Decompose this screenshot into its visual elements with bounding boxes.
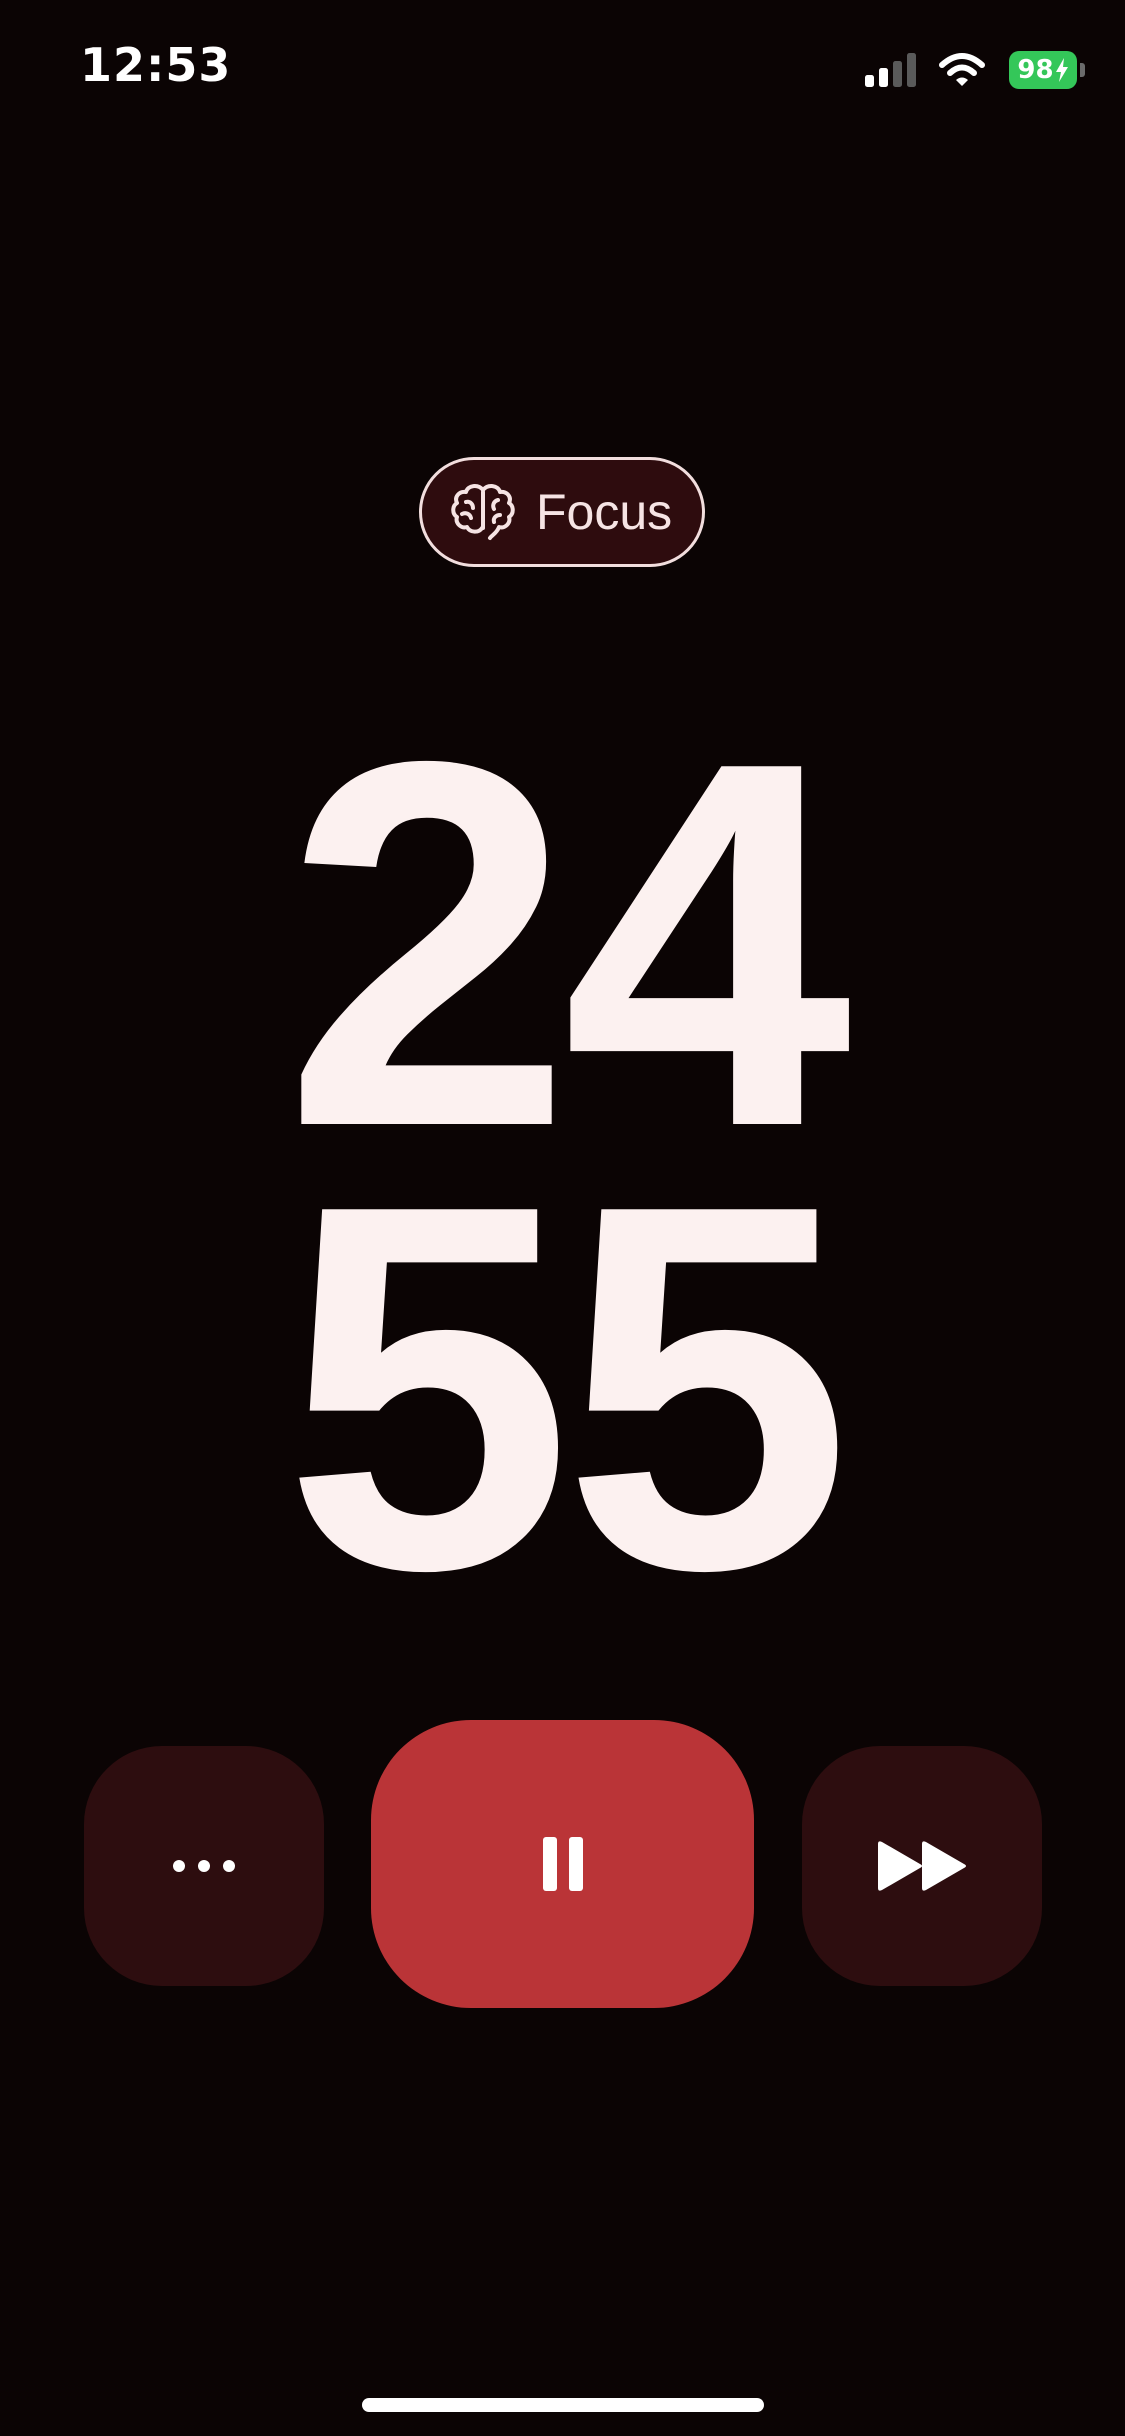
- focus-mode-pill[interactable]: Focus: [419, 457, 705, 567]
- status-icons: 98: [865, 48, 1085, 92]
- more-options-button[interactable]: [84, 1746, 324, 1986]
- battery-icon: 98: [1009, 51, 1085, 89]
- brain-icon: [451, 484, 515, 540]
- wifi-icon: [939, 53, 985, 86]
- pomodoro-screen: 12:53 98 Focus 24 55: [0, 0, 1125, 2436]
- timer-seconds: 55: [283, 1097, 851, 1678]
- fast-forward-icon: [878, 1841, 966, 1891]
- battery-percent: 98: [1017, 55, 1054, 85]
- battery-cap: [1080, 63, 1085, 77]
- pause-icon: [542, 1837, 583, 1891]
- skip-button[interactable]: [802, 1746, 1042, 1986]
- ellipsis-icon: [173, 1860, 235, 1872]
- signal-bars-icon: [865, 53, 916, 87]
- focus-mode-label: Focus: [536, 484, 673, 540]
- bolt-icon: [1055, 58, 1068, 82]
- pause-button[interactable]: [371, 1720, 754, 2008]
- status-time: 12:53: [80, 38, 232, 92]
- home-indicator[interactable]: [362, 2398, 764, 2412]
